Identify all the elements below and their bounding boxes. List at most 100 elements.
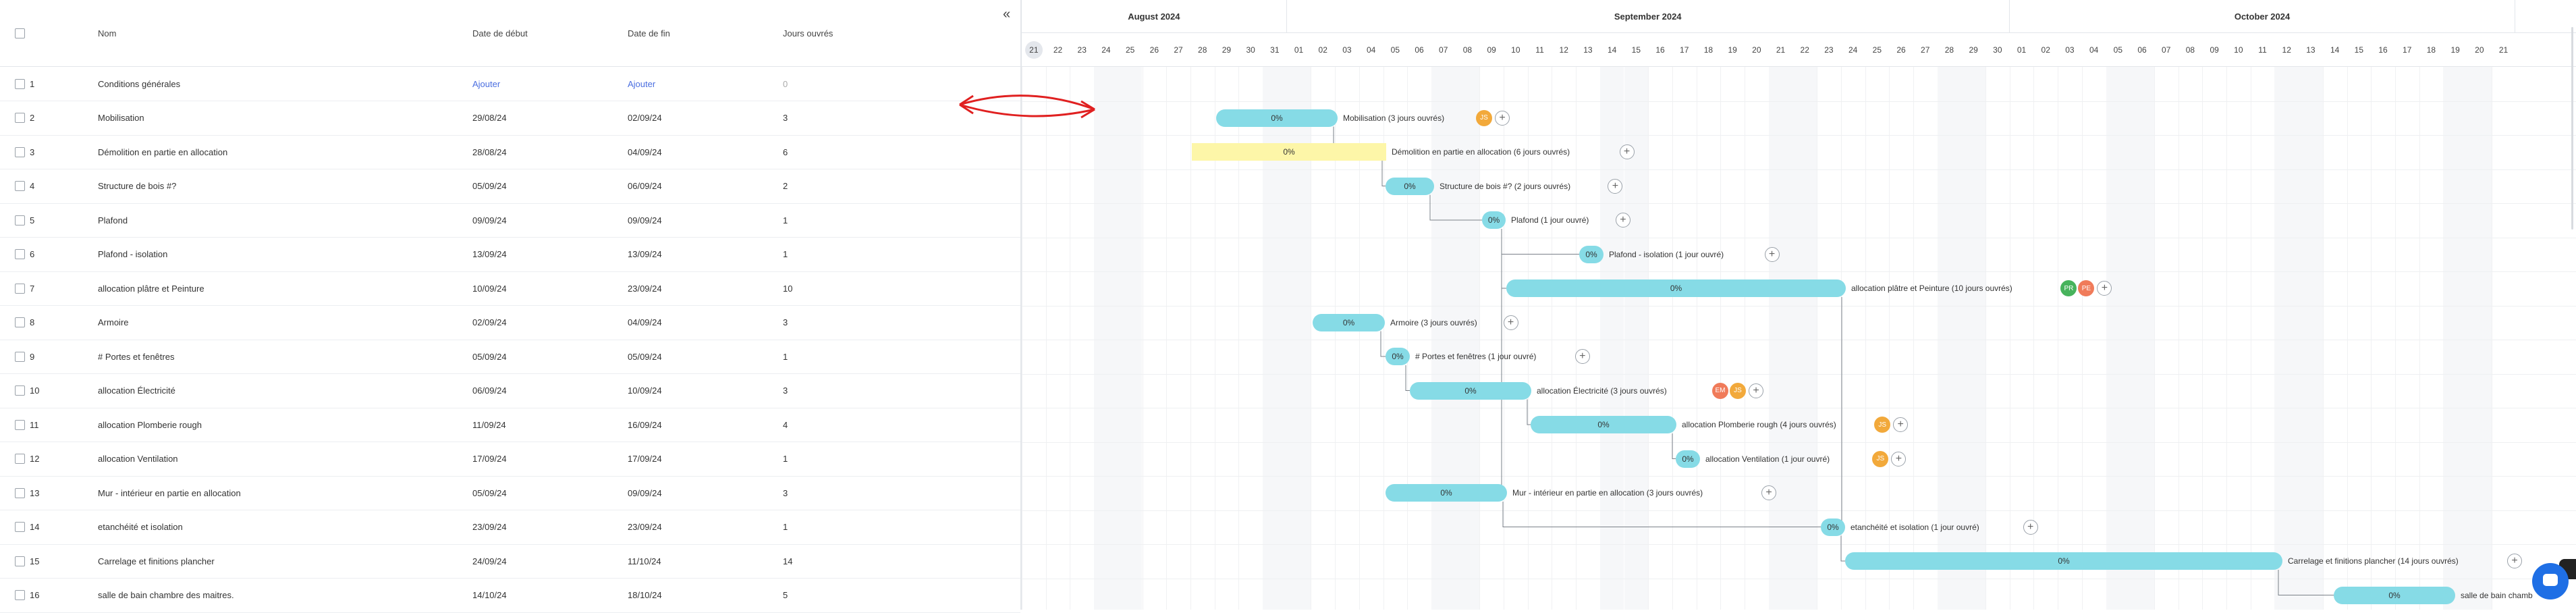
start-date[interactable]: 24/09/24 xyxy=(472,544,621,578)
table-row[interactable]: 3 Démolition en partie en allocation 28/08… xyxy=(0,135,1020,169)
task-name[interactable]: Conditions générales xyxy=(98,67,449,101)
end-date[interactable]: 09/09/24 xyxy=(628,476,776,510)
add-assignee-button[interactable]: + xyxy=(1503,315,1518,330)
assignee-avatar[interactable]: PE xyxy=(2078,280,2095,296)
vertical-scrollbar[interactable] xyxy=(2571,27,2573,230)
collapse-icon[interactable]: « xyxy=(1003,7,1010,22)
assignee-avatar[interactable]: JS xyxy=(1730,382,1746,399)
add-assignee-button[interactable]: + xyxy=(1495,110,1510,126)
start-date[interactable]: 29/08/24 xyxy=(472,101,621,135)
end-date[interactable]: 23/09/24 xyxy=(628,510,776,544)
header-working-days[interactable]: Jours ouvrés xyxy=(783,0,918,66)
table-row[interactable]: 5 Plafond 09/09/24 09/09/24 1 xyxy=(0,203,1020,238)
table-row[interactable]: 4 Structure de bois #? 05/09/24 06/09/24 2 xyxy=(0,169,1020,204)
row-checkbox[interactable] xyxy=(15,67,26,101)
task-name[interactable]: Démolition en partie en allocation xyxy=(98,135,449,169)
table-row[interactable]: 8 Armoire 02/09/24 04/09/24 3 xyxy=(0,306,1020,340)
row-checkbox[interactable] xyxy=(15,408,26,442)
task-bar[interactable]: 0% xyxy=(1579,245,1604,263)
task-name[interactable]: allocation Ventilation xyxy=(98,442,449,476)
task-name[interactable]: Mur - intérieur en partie en allocation xyxy=(98,476,449,510)
row-checkbox[interactable] xyxy=(15,135,26,169)
table-row[interactable]: 11 allocation Plomberie rough 11/09/24 16/0… xyxy=(0,408,1020,442)
task-bar[interactable]: 0% xyxy=(1192,143,1386,161)
end-date[interactable]: 10/09/24 xyxy=(628,374,776,408)
task-name[interactable]: salle de bain chambre des maitres. xyxy=(98,579,449,612)
start-date[interactable]: 05/09/24 xyxy=(472,169,621,203)
row-checkbox[interactable] xyxy=(15,101,26,135)
add-assignee-button[interactable]: + xyxy=(1615,213,1630,228)
table-row[interactable]: 16 salle de bain chambre des maitres. 14/1… xyxy=(0,579,1020,613)
add-assignee-button[interactable]: + xyxy=(2023,519,2038,535)
task-bar[interactable]: 0% xyxy=(1676,450,1700,468)
add-assignee-button[interactable]: + xyxy=(2507,554,2522,568)
task-bar[interactable]: 0% xyxy=(1216,109,1338,127)
start-date[interactable]: 11/09/24 xyxy=(472,408,621,442)
task-name[interactable]: allocation Plomberie rough xyxy=(98,408,449,442)
header-end-date[interactable]: Date de fin xyxy=(628,0,776,66)
task-bar[interactable]: 0% xyxy=(2334,586,2455,604)
table-row[interactable]: 14 etanchéité et isolation 23/09/24 23/09/2… xyxy=(0,510,1020,545)
row-checkbox[interactable] xyxy=(15,340,26,373)
task-name[interactable]: Armoire xyxy=(98,306,449,340)
assignee-avatar[interactable]: JS xyxy=(1872,450,1889,467)
start-date[interactable]: 14/10/24 xyxy=(472,579,621,612)
task-bar[interactable]: 0% xyxy=(1531,416,1676,433)
task-bar[interactable]: 0% xyxy=(1506,279,1846,297)
row-checkbox[interactable] xyxy=(15,510,26,544)
table-row[interactable]: 9 # Portes et fenêtres 05/09/24 05/09/24 1 xyxy=(0,340,1020,374)
task-bar[interactable]: 0% xyxy=(1313,313,1385,331)
assignee-avatar[interactable]: PR xyxy=(2060,280,2077,296)
task-bar[interactable]: 0% xyxy=(1821,518,1845,536)
task-name[interactable]: Plafond - isolation xyxy=(98,238,449,271)
end-date[interactable]: Ajouter xyxy=(628,67,776,101)
row-checkbox[interactable] xyxy=(15,442,26,476)
add-assignee-button[interactable]: + xyxy=(1619,144,1635,159)
end-date[interactable]: 09/09/24 xyxy=(628,203,776,237)
end-date[interactable]: 05/09/24 xyxy=(628,340,776,373)
end-date[interactable]: 18/10/24 xyxy=(628,579,776,612)
task-bar[interactable]: 0% xyxy=(1386,484,1507,502)
start-date[interactable]: 06/09/24 xyxy=(472,374,621,408)
add-assignee-button[interactable]: + xyxy=(1761,485,1777,500)
end-date[interactable]: 04/09/24 xyxy=(628,306,776,340)
end-date[interactable]: 13/09/24 xyxy=(628,238,776,271)
row-checkbox[interactable] xyxy=(15,238,26,271)
select-all-checkbox[interactable] xyxy=(15,0,26,66)
task-name[interactable]: etanchéité et isolation xyxy=(98,510,449,544)
end-date[interactable]: 11/10/24 xyxy=(628,544,776,578)
task-bar[interactable]: 0% xyxy=(1410,381,1531,400)
start-date[interactable]: 05/09/24 xyxy=(472,476,621,510)
table-row[interactable]: 1 Conditions générales Ajouter Ajouter 0 xyxy=(0,67,1020,101)
header-name[interactable]: Nom xyxy=(98,0,449,66)
task-name[interactable]: Plafond xyxy=(98,203,449,237)
task-bar[interactable]: 0% xyxy=(1386,348,1410,365)
task-name[interactable]: Mobilisation xyxy=(98,101,449,135)
table-row[interactable]: 15 Carrelage et finitions plancher 24/09/2… xyxy=(0,544,1020,579)
table-row[interactable]: 6 Plafond - isolation 13/09/24 13/09/24 1 xyxy=(0,238,1020,272)
end-date[interactable]: 04/09/24 xyxy=(628,135,776,169)
row-checkbox[interactable] xyxy=(15,374,26,408)
start-date[interactable]: 02/09/24 xyxy=(472,306,621,340)
chat-bubble-icon[interactable] xyxy=(2532,563,2569,599)
row-checkbox[interactable] xyxy=(15,169,26,203)
task-name[interactable]: Structure de bois #? xyxy=(98,169,449,203)
task-bar[interactable]: 0% xyxy=(1482,211,1506,229)
start-date[interactable]: 09/09/24 xyxy=(472,203,621,237)
end-date[interactable]: 16/09/24 xyxy=(628,408,776,442)
add-assignee-button[interactable]: + xyxy=(1574,349,1590,364)
assignee-avatar[interactable]: JS xyxy=(1874,417,1891,433)
table-row[interactable]: 7 allocation plâtre et Peinture 10/09/24 23… xyxy=(0,271,1020,306)
end-date[interactable]: 23/09/24 xyxy=(628,271,776,305)
table-row[interactable]: 2 Mobilisation 29/08/24 02/09/24 3 xyxy=(0,101,1020,136)
task-bar[interactable]: 0% xyxy=(1845,552,2282,570)
add-assignee-button[interactable]: + xyxy=(1893,417,1909,432)
row-checkbox[interactable] xyxy=(15,306,26,340)
task-name[interactable]: allocation Électricité xyxy=(98,374,449,408)
table-row[interactable]: 12 allocation Ventilation 17/09/24 17/09/24… xyxy=(0,442,1020,477)
add-assignee-button[interactable]: + xyxy=(1764,246,1780,262)
assignee-avatar[interactable]: EM xyxy=(1712,382,1728,399)
end-date[interactable]: 02/09/24 xyxy=(628,101,776,135)
start-date[interactable]: 05/09/24 xyxy=(472,340,621,373)
start-date[interactable]: 23/09/24 xyxy=(472,510,621,544)
